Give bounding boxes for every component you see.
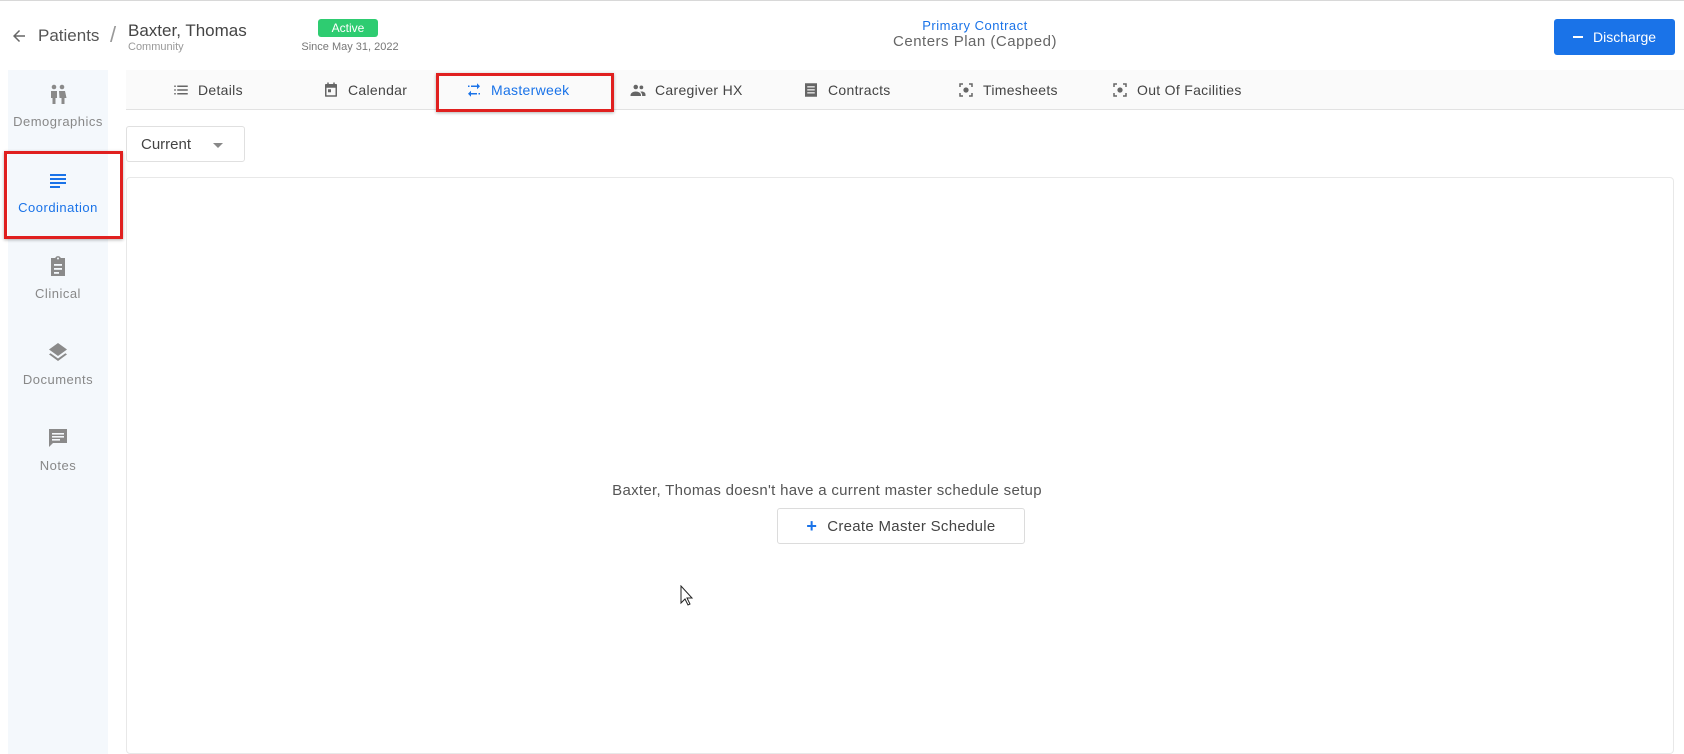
sidebar-label-demographics: Demographics	[13, 114, 103, 129]
tab-label-masterweek: Masterweek	[491, 82, 570, 98]
primary-contract-value: Centers Plan (Capped)	[893, 33, 1057, 50]
masterweek-panel: Baxter, Thomas doesn't have a current ma…	[126, 177, 1674, 754]
sidebar-item-clinical[interactable]: Clinical	[8, 242, 108, 330]
create-master-schedule-label: Create Master Schedule	[827, 517, 996, 535]
status-badge: Active	[318, 19, 378, 37]
patient-header: Patients / Baxter, Thomas Community Acti…	[0, 1, 1684, 71]
breadcrumb-patients[interactable]: Patients	[38, 26, 99, 46]
tab-timesheets[interactable]: Timesheets	[957, 70, 1058, 110]
caret-down-icon	[213, 143, 223, 148]
back-arrow-icon[interactable]	[10, 27, 28, 45]
tab-label-details: Details	[198, 82, 243, 98]
tab-bar: Details Calendar Masterweek Caregiver HX…	[126, 70, 1684, 110]
sidebar-label-documents: Documents	[22, 372, 94, 387]
tab-label-out-of-facilities: Out Of Facilities	[1137, 82, 1242, 98]
minus-icon	[1572, 36, 1583, 38]
primary-contract-label[interactable]: Primary Contract	[875, 18, 1075, 33]
tab-label-contracts: Contracts	[828, 82, 891, 98]
clipboard-icon	[51, 256, 65, 276]
tab-out-of-facilities[interactable]: Out Of Facilities	[1111, 70, 1242, 110]
patient-type: Community	[128, 41, 184, 53]
tab-calendar[interactable]: Calendar	[322, 70, 407, 110]
status-since: Since May 31, 2022	[301, 41, 399, 53]
focus-icon	[959, 83, 973, 97]
empty-state-message: Baxter, Thomas doesn't have a current ma…	[612, 482, 1042, 499]
sidebar: Demographics Coordination Clinical Docum…	[8, 70, 108, 754]
focus-icon	[1113, 83, 1127, 97]
breadcrumb-separator: /	[110, 22, 117, 47]
period-select[interactable]: Current	[126, 126, 245, 162]
list-icon	[174, 85, 188, 95]
layers-icon	[49, 343, 67, 361]
notes-lines-icon	[50, 174, 66, 188]
tab-details[interactable]: Details	[172, 70, 243, 110]
sidebar-label-notes: Notes	[39, 458, 77, 473]
tab-masterweek[interactable]: Masterweek	[465, 70, 569, 110]
sidebar-item-demographics[interactable]: Demographics	[8, 70, 108, 158]
plus-icon: +	[806, 515, 818, 536]
calendar-icon	[325, 82, 337, 97]
create-master-schedule-button[interactable]: + Create Master Schedule	[777, 508, 1025, 544]
patient-name: Baxter, Thomas	[128, 21, 247, 40]
tab-label-timesheets: Timesheets	[983, 82, 1058, 98]
sidebar-item-documents[interactable]: Documents	[8, 328, 108, 416]
tab-label-caregiver-hx: Caregiver HX	[655, 82, 743, 98]
sidebar-item-notes[interactable]: Notes	[8, 414, 108, 502]
discharge-label: Discharge	[1592, 29, 1657, 45]
tab-label-calendar: Calendar	[348, 82, 408, 98]
group-icon	[630, 84, 646, 96]
sidebar-item-coordination[interactable]: Coordination	[8, 156, 108, 244]
document-icon	[805, 83, 817, 97]
comment-icon	[49, 429, 67, 447]
tab-contracts[interactable]: Contracts	[802, 70, 891, 110]
swap-icon	[468, 83, 480, 97]
sidebar-label-clinical: Clinical	[35, 286, 81, 301]
people-icon	[51, 84, 67, 104]
discharge-button[interactable]: Discharge	[1554, 19, 1675, 55]
tab-caregiver-hx[interactable]: Caregiver HX	[629, 70, 743, 110]
sidebar-label-coordination: Coordination	[18, 200, 98, 215]
period-select-value: Current	[141, 135, 192, 153]
